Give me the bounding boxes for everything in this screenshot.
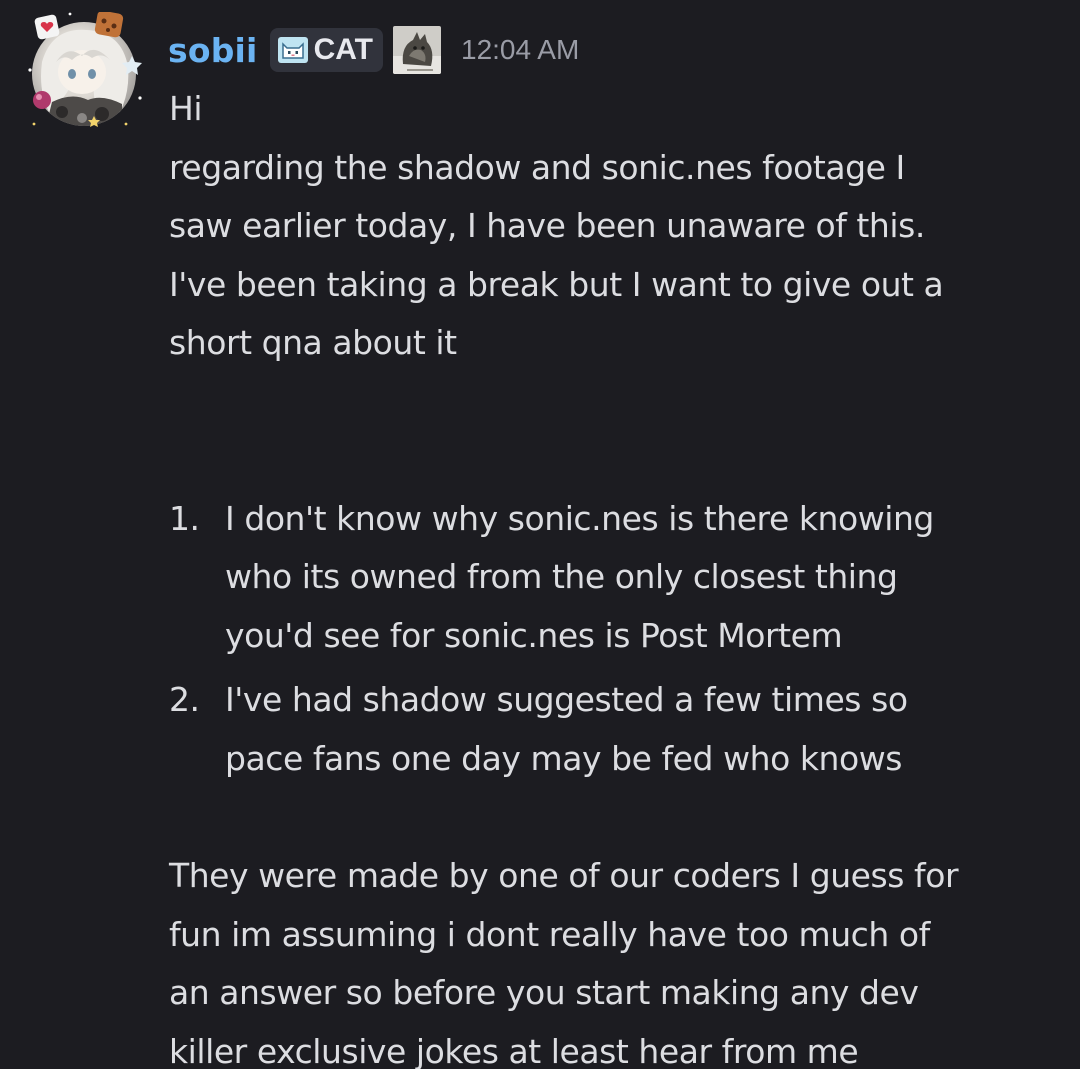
message-line: I've been taking a break but I want to g… — [169, 264, 944, 304]
message-line: Hi — [169, 89, 203, 128]
list-item-line: I don't know why sonic.nes is there know… — [225, 498, 934, 538]
list-item-line: who its owned from the only closest thin… — [225, 557, 898, 597]
cat-photo-role-icon[interactable] — [393, 26, 441, 74]
message-line: regarding the shadow and sonic.nes foota… — [169, 147, 905, 187]
message-line: short qna about it — [169, 323, 457, 363]
guild-tag-label: CAT — [313, 33, 373, 66]
message-timestamp: 12:04 AM — [461, 34, 580, 65]
list-item-line: pace fans one day may be fed who knows — [225, 738, 902, 778]
chat-message: sobii CAT 12:04 AM Hi regarding the shad… — [0, 0, 1080, 1069]
message-header: sobii CAT 12:04 AM — [168, 22, 579, 78]
message-content: Hi regarding the shadow and sonic.nes fo… — [169, 80, 1049, 1069]
message-line: fun im assuming i dont really have too m… — [169, 914, 930, 954]
list-item: 1. I don't know why sonic.nes is there k… — [169, 490, 1049, 666]
message-line: They were made by one of our coders I gu… — [169, 856, 959, 896]
list-number: 2. — [169, 680, 200, 720]
list-item: 2. I've had shadow suggested a few times… — [169, 671, 1049, 788]
message-line: an answer so before you start making any… — [169, 973, 919, 1013]
list-number: 1. — [169, 498, 200, 538]
message-line: killer exclusive jokes at least hear fro… — [169, 1031, 859, 1069]
list-item-line: I've had shadow suggested a few times so — [225, 680, 908, 720]
avatar[interactable] — [22, 12, 146, 136]
username[interactable]: sobii — [168, 31, 258, 70]
avatar-decoration — [28, 12, 142, 127]
cat-icon — [277, 37, 308, 63]
list-item-line: you'd see for sonic.nes is Post Mortem — [225, 615, 843, 655]
guild-tag[interactable]: CAT — [269, 28, 383, 72]
message-line: saw earlier today, I have been unaware o… — [169, 206, 925, 246]
